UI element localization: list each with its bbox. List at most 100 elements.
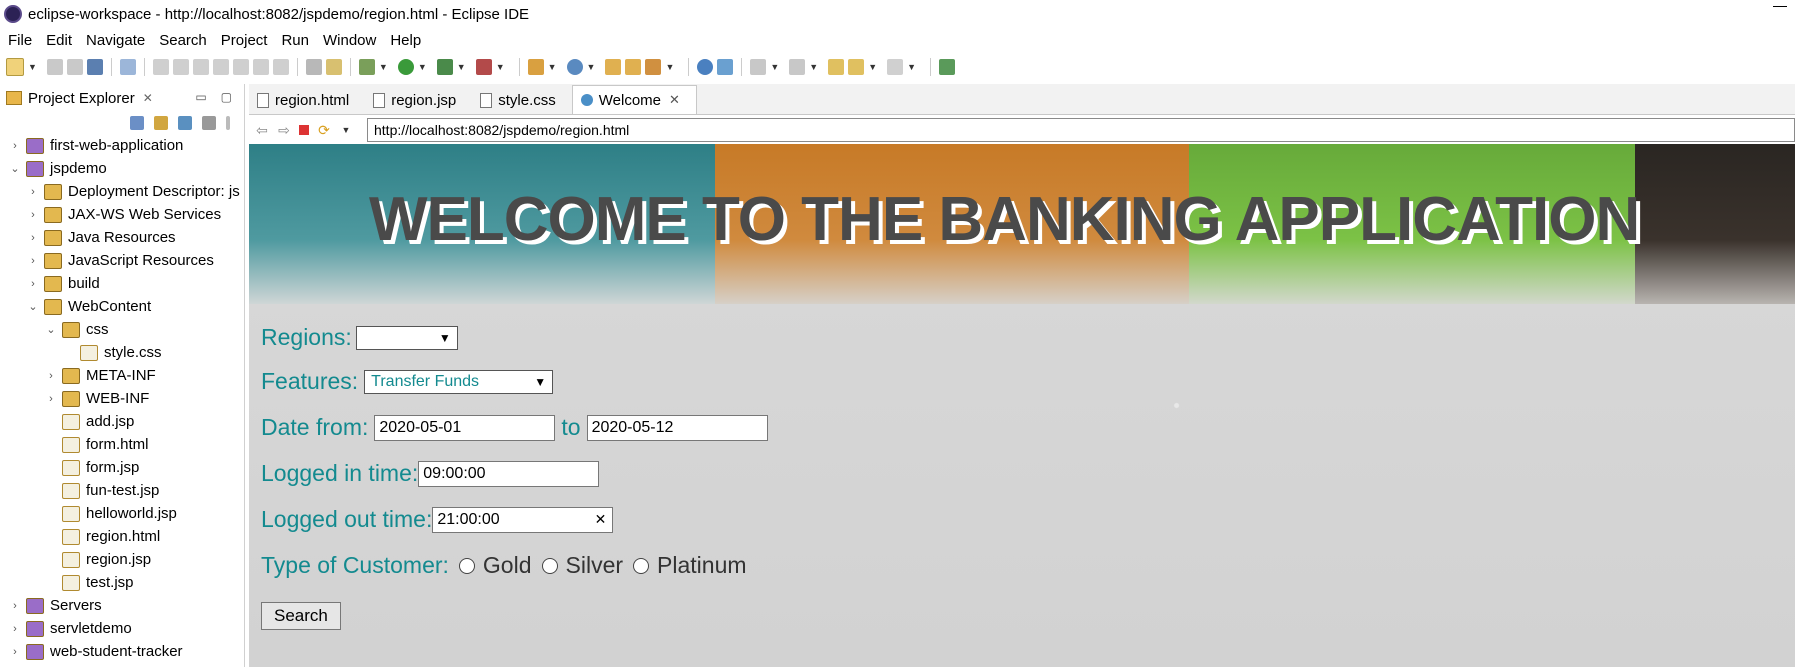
menu-navigate[interactable]: Navigate <box>86 32 145 49</box>
date-from-input[interactable]: 2020-05-01 <box>374 414 556 441</box>
chevron-icon[interactable]: › <box>8 623 22 635</box>
tree-item[interactable]: ⌄ css <box>0 318 244 341</box>
radio-gold[interactable] <box>458 557 475 574</box>
link-editor-icon[interactable] <box>154 116 168 130</box>
clear-icon[interactable]: ✕ <box>595 511 607 528</box>
menu-window[interactable]: Window <box>323 32 376 49</box>
logged-out-input[interactable]: 21:00:00 ✕ <box>432 506 614 533</box>
tree-item[interactable]: › JavaScript Resources <box>0 249 244 272</box>
maximize-view-icon[interactable]: ▢ <box>221 90 232 104</box>
url-field[interactable]: http://localhost:8082/jspdemo/region.htm… <box>367 118 1795 142</box>
tree-item[interactable]: › JAX-WS Web Services <box>0 203 244 226</box>
collapse-all-icon[interactable] <box>130 116 144 130</box>
close-icon[interactable]: ✕ <box>669 92 680 108</box>
tree-item[interactable]: add.jsp <box>0 410 244 433</box>
stop-icon[interactable] <box>299 125 309 135</box>
dropdown-arrow-icon[interactable]: ▼ <box>418 62 427 72</box>
menu-help[interactable]: Help <box>390 32 421 49</box>
tree-item[interactable]: form.jsp <box>0 456 244 479</box>
step-into-icon[interactable] <box>232 59 249 75</box>
resume-icon[interactable] <box>152 59 169 75</box>
dropdown-arrow-icon[interactable]: ▼ <box>587 62 596 72</box>
chevron-icon[interactable]: ⌄ <box>8 162 22 175</box>
external-tools-icon[interactable] <box>475 59 492 75</box>
save-all-icon[interactable] <box>66 59 83 75</box>
open-perspective-icon[interactable] <box>939 59 956 75</box>
chevron-icon[interactable]: › <box>26 209 40 221</box>
radio-platinum[interactable] <box>633 557 650 574</box>
tab-region-html[interactable]: region.html <box>249 86 365 114</box>
skip-breakpoints-icon[interactable] <box>119 59 136 75</box>
back-icon[interactable] <box>848 59 865 75</box>
dropdown-arrow-icon[interactable]: ▼ <box>457 62 466 72</box>
close-icon[interactable]: ✕ <box>143 91 153 105</box>
tree-item[interactable]: test.jsp <box>0 571 244 594</box>
tree-item[interactable]: › build <box>0 272 244 295</box>
dropdown-arrow-icon[interactable]: ▼ <box>907 62 916 72</box>
tree-item[interactable]: style.css <box>0 341 244 364</box>
chevron-icon[interactable]: › <box>44 370 58 382</box>
tree-item[interactable]: ⌄ WebContent <box>0 295 244 318</box>
suspend-icon[interactable] <box>172 59 189 75</box>
forward-icon[interactable] <box>887 59 904 75</box>
chevron-icon[interactable]: ⌄ <box>44 323 58 336</box>
step-over-icon[interactable] <box>252 59 269 75</box>
last-edit-icon[interactable] <box>828 59 845 75</box>
chevron-icon[interactable]: › <box>8 600 22 612</box>
menu-project[interactable]: Project <box>221 32 268 49</box>
run-icon[interactable] <box>397 59 414 75</box>
chevron-icon[interactable]: › <box>26 232 40 244</box>
view-menu-icon[interactable] <box>202 116 216 130</box>
publish-icon[interactable] <box>325 59 342 75</box>
chevron-icon[interactable]: › <box>26 186 40 198</box>
radio-silver[interactable] <box>541 557 558 574</box>
new-class-icon[interactable] <box>566 59 583 75</box>
tree-item[interactable]: › META-INF <box>0 364 244 387</box>
more-options-icon[interactable] <box>226 116 230 130</box>
minimize-view-icon[interactable]: ▭ <box>195 90 206 104</box>
debug-icon[interactable] <box>358 59 375 75</box>
web-browser-icon[interactable] <box>697 59 714 75</box>
servers-icon[interactable] <box>305 59 322 75</box>
chevron-icon[interactable]: › <box>26 278 40 290</box>
previous-annotation-icon[interactable] <box>789 59 806 75</box>
open-folder-icon[interactable] <box>625 59 642 75</box>
terminate-icon[interactable] <box>192 59 209 75</box>
regions-select[interactable]: ▼ <box>355 325 458 350</box>
dropdown-arrow-icon[interactable]: ▼ <box>770 62 779 72</box>
tree-item[interactable]: › Deployment Descriptor: js <box>0 180 244 203</box>
tree-item[interactable]: form.html <box>0 433 244 456</box>
tree-item[interactable]: › servletdemo <box>0 617 244 640</box>
search-tool-icon[interactable] <box>645 59 662 75</box>
new-icon[interactable] <box>6 58 24 76</box>
dropdown-arrow-icon[interactable]: ▼ <box>28 62 37 72</box>
dropdown-arrow-icon[interactable]: ▼ <box>496 62 505 72</box>
chevron-icon[interactable]: ⌄ <box>26 300 40 313</box>
date-to-input[interactable]: 2020-05-12 <box>586 414 768 441</box>
tree-item[interactable]: region.jsp <box>0 548 244 571</box>
chevron-icon[interactable]: › <box>8 646 22 658</box>
tree-item[interactable]: › first-web-application <box>0 134 244 157</box>
tree-item[interactable]: ⌄ jspdemo <box>0 157 244 180</box>
minimize-button[interactable] <box>1773 6 1787 7</box>
coverage-icon[interactable] <box>436 59 453 75</box>
forward-icon[interactable]: ⇨ <box>277 123 291 137</box>
open-type-icon[interactable] <box>605 59 622 75</box>
chevron-icon[interactable]: › <box>26 255 40 267</box>
tab-style-css[interactable]: style.css <box>472 86 572 114</box>
filter-icon[interactable] <box>178 116 192 130</box>
dropdown-arrow-icon[interactable]: ▼ <box>665 62 674 72</box>
logged-in-input[interactable]: 09:00:00 <box>418 460 600 487</box>
next-annotation-icon[interactable] <box>750 59 767 75</box>
dropdown-arrow-icon[interactable]: ▼ <box>379 62 388 72</box>
features-select[interactable]: Transfer Funds ▼ <box>364 369 554 394</box>
step-return-icon[interactable] <box>272 59 289 75</box>
chevron-icon[interactable]: › <box>44 393 58 405</box>
tab-welcome[interactable]: Welcome ✕ <box>571 85 697 114</box>
project-explorer-title[interactable]: Project Explorer <box>28 90 135 107</box>
new-java-project-icon[interactable] <box>527 59 544 75</box>
dropdown-arrow-icon[interactable]: ▼ <box>868 62 877 72</box>
search-button[interactable]: Search <box>261 602 341 630</box>
dropdown-arrow-icon[interactable]: ▼ <box>339 123 353 137</box>
annotation-icon[interactable] <box>717 59 734 75</box>
